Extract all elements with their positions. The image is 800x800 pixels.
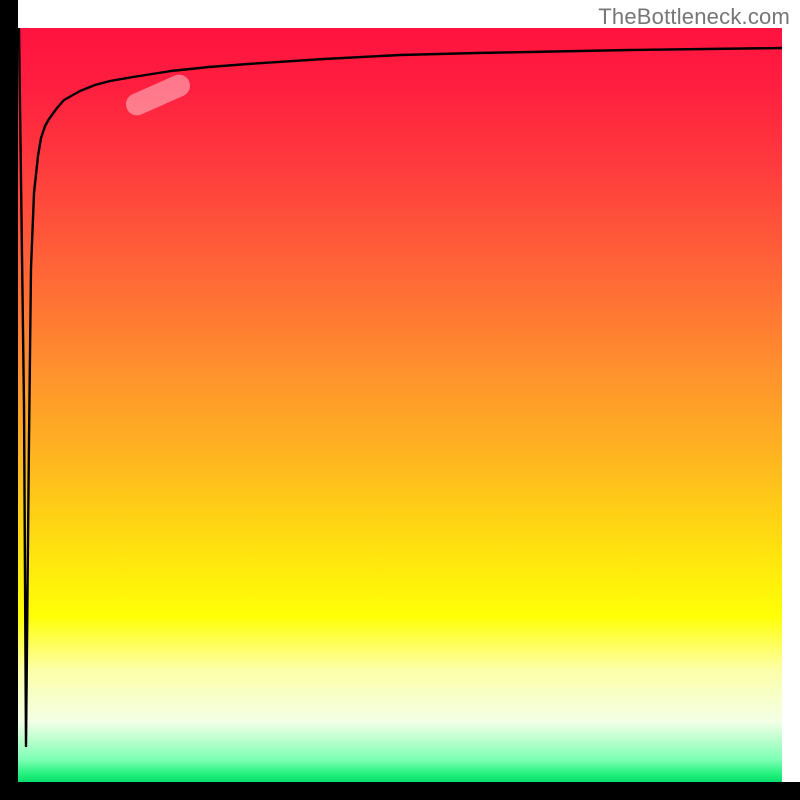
plot-area — [18, 28, 782, 782]
dip-curve-path — [19, 28, 782, 746]
curve-svg — [18, 28, 782, 782]
chart-canvas: TheBottleneck.com — [0, 0, 800, 800]
frame-left-bar — [0, 0, 18, 782]
watermark-text: TheBottleneck.com — [598, 4, 790, 30]
frame-bottom-bar — [0, 782, 800, 800]
